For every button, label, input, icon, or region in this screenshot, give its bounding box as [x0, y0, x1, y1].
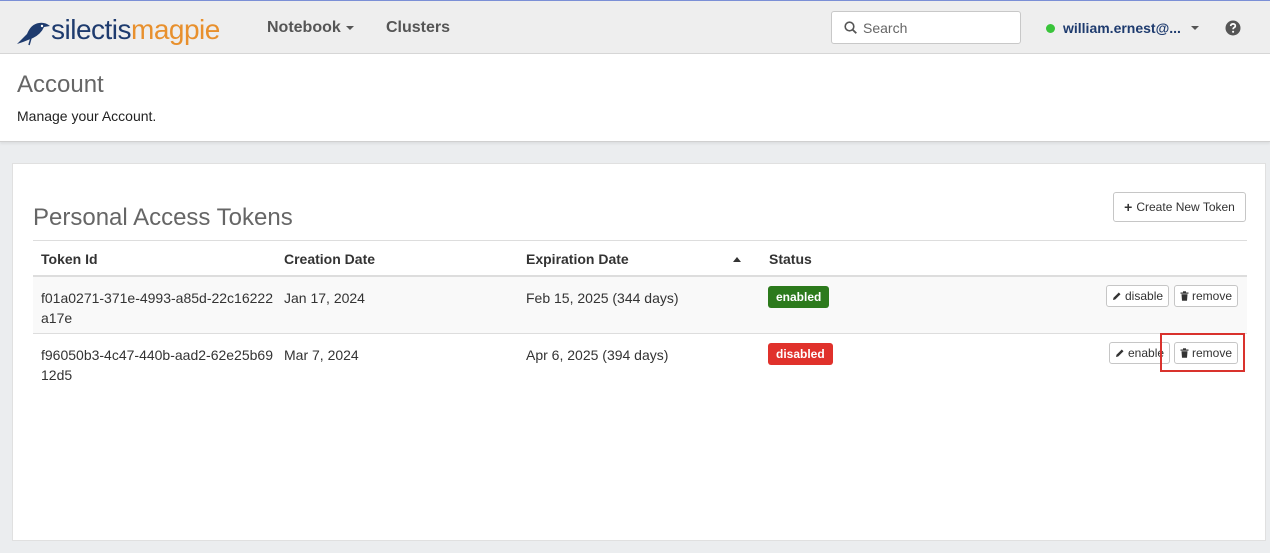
enable-token-button[interactable]: enable	[1109, 342, 1171, 364]
table-row: f96050b3-4c47-440b-aad2-62e25b6912d5 Mar…	[33, 334, 1247, 391]
status-badge: enabled	[768, 286, 830, 308]
chevron-down-icon	[345, 25, 354, 30]
column-header-creation-date[interactable]: Creation Date	[284, 251, 375, 267]
trash-icon	[1180, 291, 1189, 301]
table-row: f01a0271-371e-4993-a85d-22c16222a17e Jan…	[33, 277, 1247, 334]
column-header-token-id[interactable]: Token Id	[41, 251, 98, 267]
token-id-cell: f96050b3-4c47-440b-aad2-62e25b6912d5	[41, 347, 273, 383]
expiration-date-cell: Feb 15, 2025 (344 days)	[526, 290, 679, 306]
nav-notebook-dropdown[interactable]: Notebook	[267, 19, 354, 37]
column-header-expiration-date[interactable]: Expiration Date	[526, 251, 629, 267]
disable-token-button[interactable]: disable	[1106, 285, 1170, 307]
brand-name-silectis: silectis	[51, 14, 132, 45]
remove-token-button[interactable]: remove	[1174, 342, 1239, 364]
online-status-dot	[1046, 23, 1055, 33]
brand-name-magpie: magpie	[131, 14, 220, 45]
remove-label: remove	[1192, 289, 1233, 303]
remove-token-button[interactable]: remove	[1174, 285, 1239, 307]
token-id-cell: f01a0271-371e-4993-a85d-22c16222a17e	[41, 290, 273, 326]
tokens-table: Token Id Creation Date Expiration Date S…	[33, 240, 1247, 391]
user-menu-dropdown[interactable]: william.ernest@...	[1046, 20, 1199, 36]
tokens-title: Personal Access Tokens	[33, 204, 293, 231]
nav-clusters-label: Clusters	[386, 19, 451, 36]
magpie-bird-icon	[17, 22, 50, 46]
pencil-icon	[1116, 349, 1124, 357]
tokens-panel: Personal Access Tokens + Create New Toke…	[12, 163, 1266, 541]
page-subtitle: Manage your Account.	[17, 108, 157, 124]
disable-label: disable	[1125, 289, 1164, 303]
plus-icon: +	[1124, 199, 1133, 215]
status-badge: disabled	[768, 343, 833, 365]
search-box[interactable]	[831, 11, 1021, 44]
search-input[interactable]	[863, 19, 1013, 36]
trash-icon	[1180, 348, 1189, 358]
nav-clusters[interactable]: Clusters	[386, 19, 450, 37]
sort-ascending-icon[interactable]	[733, 257, 741, 262]
expiration-date-cell: Apr 6, 2025 (394 days)	[526, 347, 669, 363]
help-icon[interactable]	[1225, 20, 1241, 36]
enable-label: enable	[1128, 346, 1165, 360]
creation-date-cell: Jan 17, 2024	[284, 290, 365, 306]
pencil-icon	[1113, 292, 1121, 300]
remove-label: remove	[1192, 346, 1233, 360]
top-navbar: silectismagpie Notebook Clusters william…	[0, 0, 1270, 54]
nav-notebook-label: Notebook	[267, 19, 341, 36]
column-header-status[interactable]: Status	[769, 251, 812, 267]
user-name: william.ernest@...	[1063, 20, 1181, 36]
table-header: Token Id Creation Date Expiration Date S…	[33, 240, 1247, 277]
brand-logo[interactable]: silectis magpie	[17, 10, 220, 46]
create-new-token-label: Create New Token	[1136, 200, 1235, 214]
search-icon	[844, 21, 857, 34]
create-new-token-button[interactable]: + Create New Token	[1113, 192, 1246, 222]
creation-date-cell: Mar 7, 2024	[284, 347, 359, 363]
chevron-down-icon	[1190, 26, 1199, 30]
page-header: Account Manage your Account.	[0, 54, 1270, 142]
page-title: Account	[17, 71, 104, 98]
